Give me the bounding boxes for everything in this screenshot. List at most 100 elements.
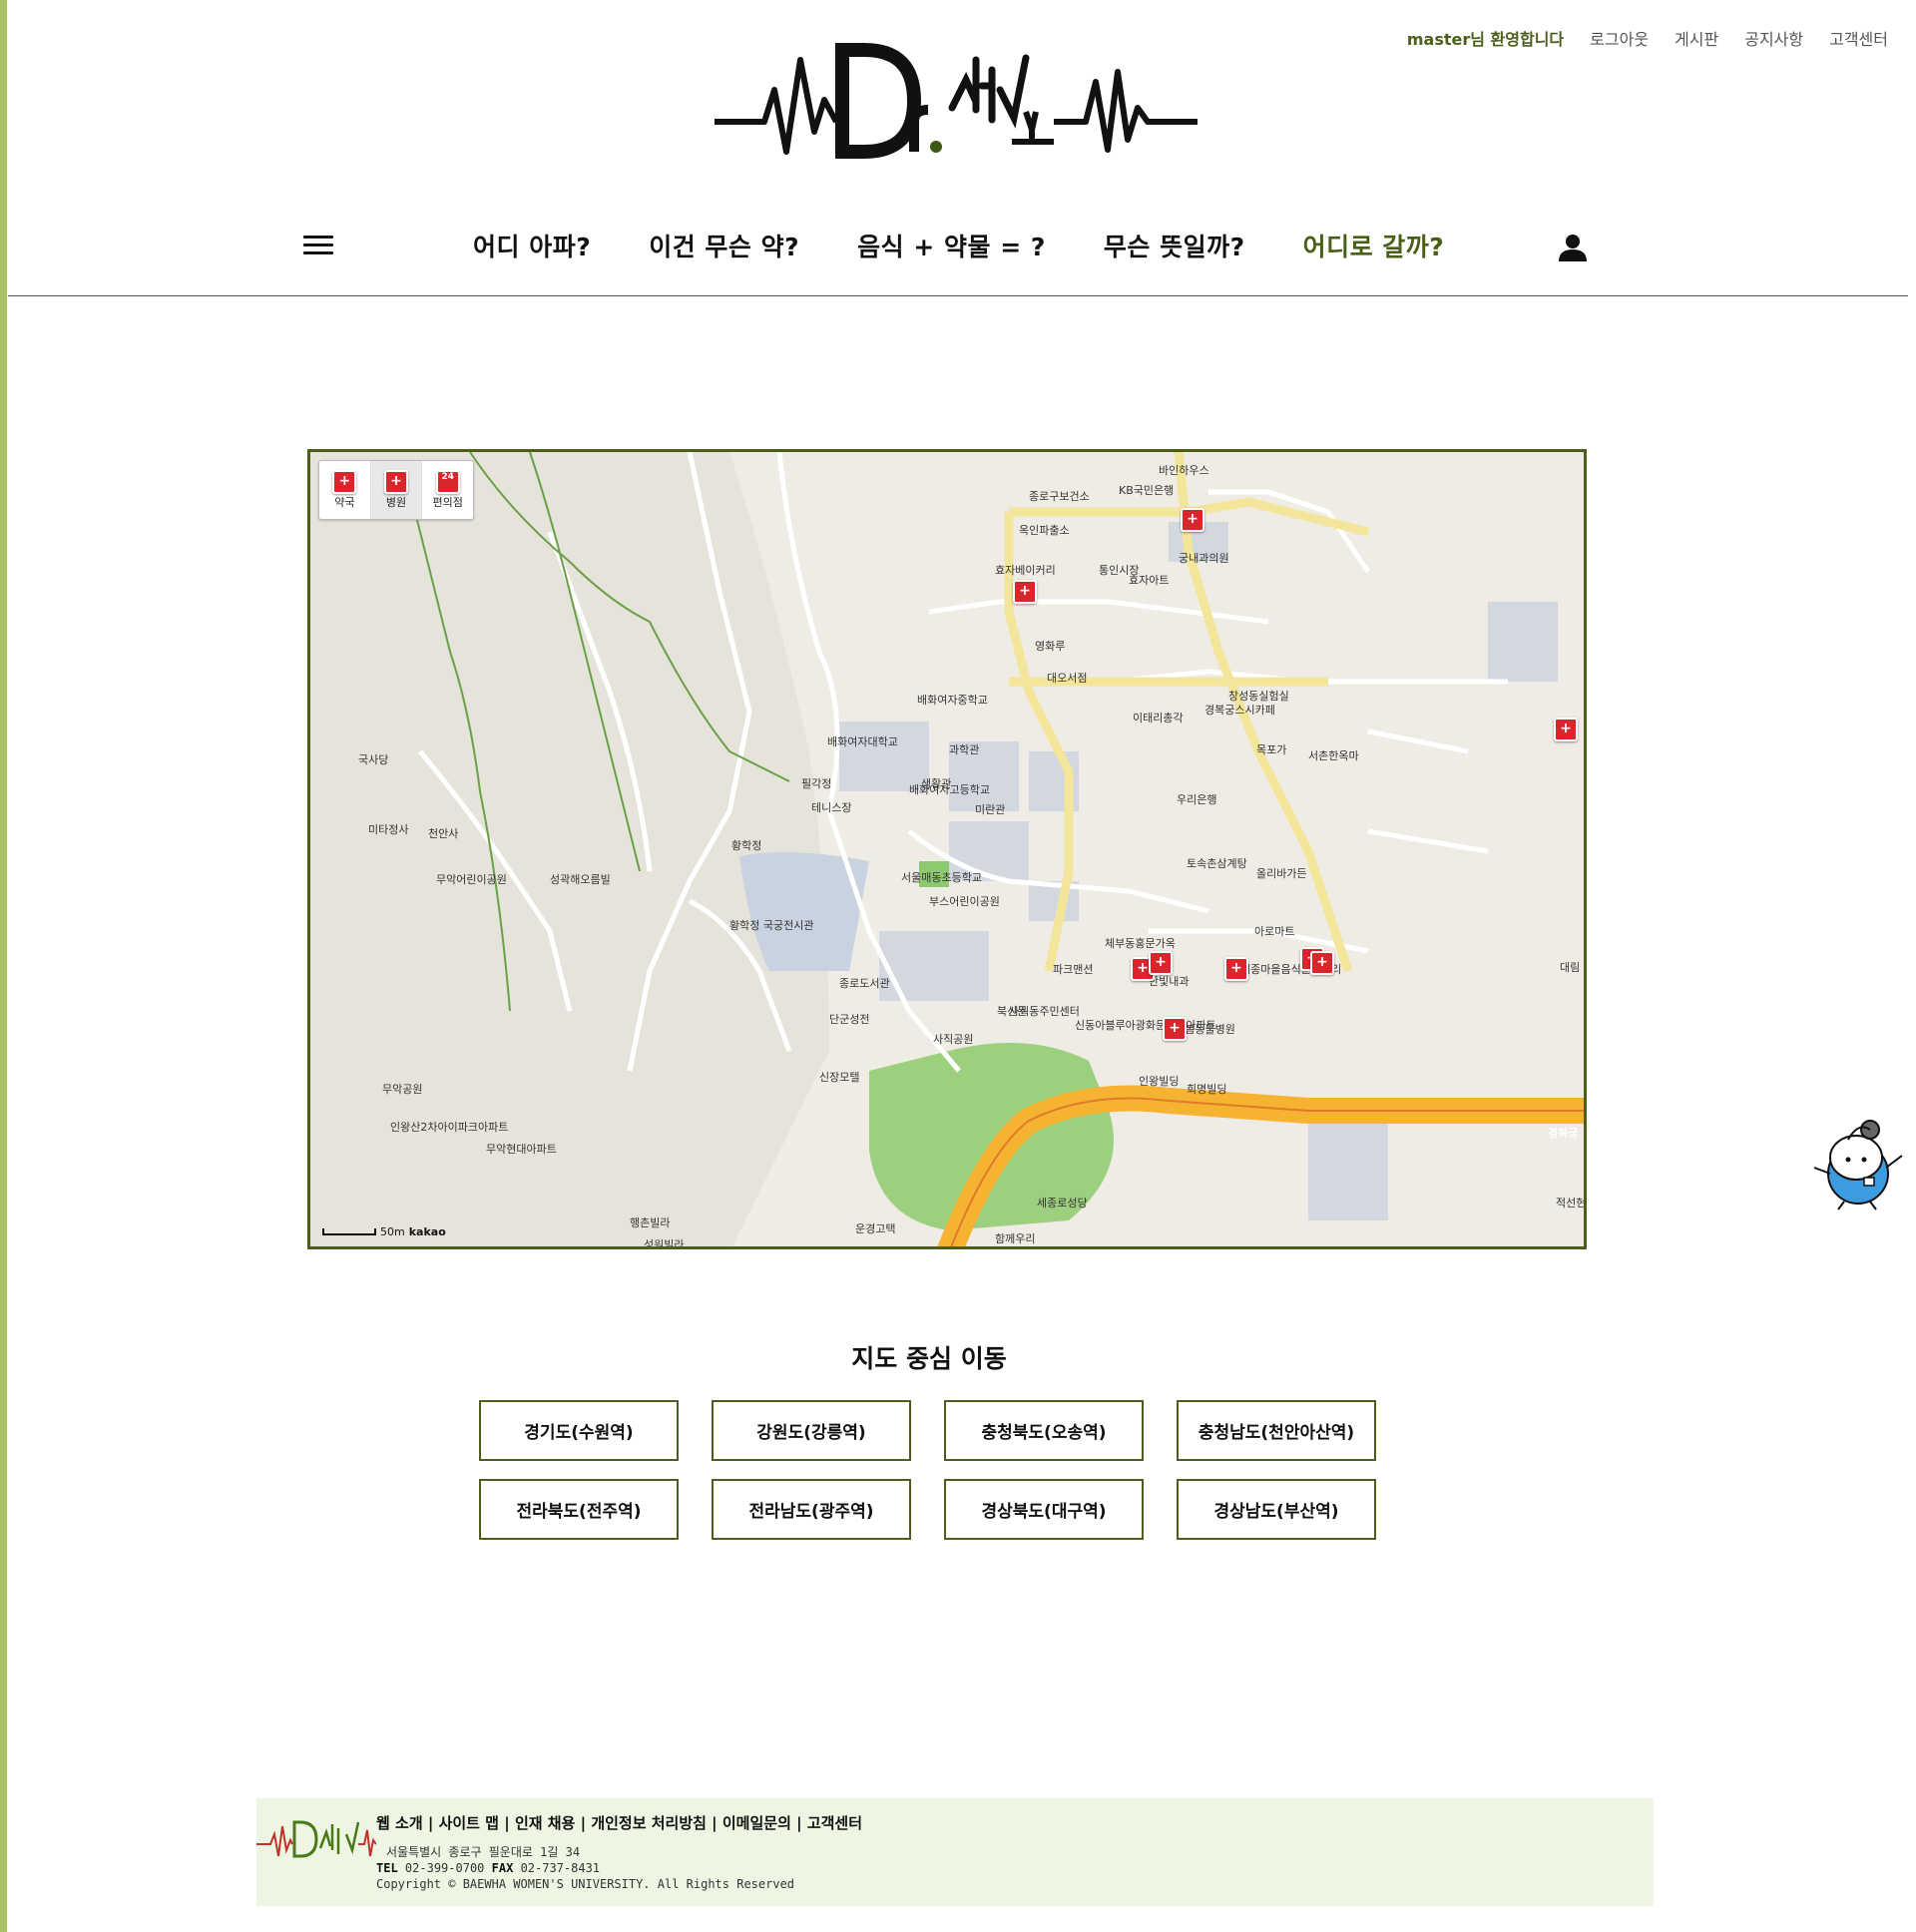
convenience-store-filter-button[interactable]: 24 편의점 xyxy=(422,461,473,519)
map-label[interactable]: 종로구보건소 xyxy=(1029,488,1090,504)
map-label[interactable]: 창성동실험실 xyxy=(1228,688,1289,704)
region-chungnam-button[interactable]: 충청남도(천안아산역) xyxy=(1177,1400,1376,1461)
map-label[interactable]: 함께우리 xyxy=(995,1230,1035,1246)
footer-link-privacy[interactable]: 개인정보 처리방침 xyxy=(591,1814,707,1832)
map-label[interactable]: 배화여자대학교 xyxy=(827,733,898,749)
map-label[interactable]: 성곽해오름빌 xyxy=(550,871,611,887)
map-label[interactable]: 토속촌삼계탕 xyxy=(1187,855,1247,871)
region-gangwon-button[interactable]: 강원도(강릉역) xyxy=(712,1400,911,1461)
map-label[interactable]: 대오서점 xyxy=(1047,670,1087,686)
map-label[interactable]: 이태리총각 xyxy=(1133,710,1184,725)
map-label[interactable]: 파크맨션 xyxy=(1053,961,1093,977)
map-label[interactable]: 효자아트 xyxy=(1129,572,1169,588)
kakao-logo: kakao xyxy=(408,1225,446,1238)
map-label[interactable]: 대림 xyxy=(1560,959,1580,975)
map-label[interactable]: 미타정사 xyxy=(368,821,408,837)
map-label[interactable]: 목포가 xyxy=(1256,741,1286,757)
hospital-pin[interactable]: + xyxy=(1310,951,1334,975)
footer-link-about[interactable]: 웹 소개 xyxy=(376,1814,423,1832)
map-label[interactable]: KB국민은행 xyxy=(1119,482,1174,498)
nav-item-symptoms[interactable]: 어디 아파? xyxy=(473,228,591,263)
footer-logo[interactable] xyxy=(256,1812,376,1870)
map-label[interactable]: 아로마트 xyxy=(1254,923,1294,939)
map-label[interactable]: 희명빌딩 xyxy=(1187,1081,1226,1097)
map-label[interactable]: 궁내과의원 xyxy=(1179,550,1229,566)
map-label[interactable]: 한빛내과 xyxy=(1149,973,1189,989)
hamburger-menu-icon[interactable] xyxy=(303,236,333,259)
footer-link-sitemap[interactable]: 사이트 맵 xyxy=(439,1814,499,1832)
map-label[interactable]: 인왕빌딩 xyxy=(1139,1073,1179,1089)
notice-link[interactable]: 공지사항 xyxy=(1744,26,1803,50)
region-gyeonggi-button[interactable]: 경기도(수원역) xyxy=(479,1400,679,1461)
map-label[interactable]: 운경고택 xyxy=(855,1220,895,1236)
region-section-title: 지도 중심 이동 xyxy=(851,1344,1007,1373)
region-chungbuk-button[interactable]: 충청북도(오송역) xyxy=(944,1400,1144,1461)
tel-label: TEL xyxy=(376,1861,398,1875)
user-icon[interactable] xyxy=(1557,234,1589,261)
map-label[interactable]: 효자베이커리 xyxy=(995,562,1056,578)
nav-item-meaning[interactable]: 무슨 뜻일까? xyxy=(1104,228,1245,263)
region-gyeongbuk-button[interactable]: 경상북도(대구역) xyxy=(944,1479,1144,1540)
map-label[interactable]: 인왕산2차아이파크아파트 xyxy=(390,1119,508,1135)
hospital-pin[interactable]: + xyxy=(1013,580,1037,604)
map-label[interactable]: 사직동주민센터 xyxy=(1009,1003,1080,1019)
map-label[interactable]: 부스어린이공원 xyxy=(929,893,1000,909)
nav-item-medicine[interactable]: 이건 무슨 약? xyxy=(649,228,799,263)
map-label[interactable]: 테니스장 xyxy=(811,799,851,815)
nav-item-food-drug[interactable]: 음식 + 약물 = ? xyxy=(857,228,1046,263)
map-label[interactable]: 무악공원 xyxy=(382,1081,422,1097)
map-label[interactable]: 종로도서관 xyxy=(839,975,890,991)
map-label[interactable]: 단군성전 xyxy=(829,1011,869,1027)
map-label[interactable]: 신장모텔 xyxy=(819,1069,859,1085)
region-jeonnam-button[interactable]: 전라남도(광주역) xyxy=(712,1479,911,1540)
map-label[interactable]: 적선현 xyxy=(1556,1195,1584,1210)
map-label[interactable]: 바인하우스 xyxy=(1159,462,1209,478)
nav-item-where-to-go[interactable]: 어디로 갈까? xyxy=(1303,228,1445,263)
pharmacy-filter-button[interactable]: + 약국 xyxy=(319,461,371,519)
map-label[interactable]: 필각정 xyxy=(801,775,831,791)
map-label[interactable]: 생활관 xyxy=(921,775,951,791)
map-label[interactable]: 신동아블루아광화문의꿈아파트 xyxy=(1075,1017,1216,1033)
map-label[interactable]: 미란관 xyxy=(975,801,1005,817)
convenience-store-filter-label: 편의점 xyxy=(432,496,463,509)
logout-link[interactable]: 로그아웃 xyxy=(1590,26,1649,50)
hospital-pin[interactable]: + xyxy=(1181,508,1204,532)
region-gyeongnam-button[interactable]: 경상남도(부산역) xyxy=(1177,1479,1376,1540)
map-label[interactable]: 경복궁스시카페 xyxy=(1204,702,1275,718)
hospital-pin[interactable]: + xyxy=(1224,957,1248,981)
map-view[interactable]: 국사당 미타정사 천안사 무악어린이공원 성곽해오름빌 황학정 황학정 국궁전시… xyxy=(307,449,1587,1249)
map-label[interactable]: 배화여자중학교 xyxy=(917,692,988,708)
board-link[interactable]: 게시판 xyxy=(1675,26,1718,50)
map-label[interactable]: 세종로성당 xyxy=(1037,1195,1088,1210)
footer-link-email[interactable]: 이메일문의 xyxy=(722,1814,791,1832)
map-label[interactable]: 올리바가든 xyxy=(1256,865,1307,881)
map-label[interactable]: 사직공원 xyxy=(933,1031,973,1047)
footer-link-careers[interactable]: 인재 채용 xyxy=(515,1814,575,1832)
map-label[interactable]: 행촌빌라 xyxy=(630,1214,670,1230)
map-label[interactable]: 우리은행 xyxy=(1177,791,1216,807)
map-label[interactable]: 황학정 국궁전시관 xyxy=(729,917,813,933)
map-label[interactable]: 무악어린이공원 xyxy=(436,871,507,887)
support-link[interactable]: 고객센터 xyxy=(1829,26,1888,50)
map-label[interactable]: 황학정 xyxy=(731,837,761,853)
site-logo[interactable] xyxy=(715,30,1198,160)
map-label[interactable]: 국사당 xyxy=(358,751,388,767)
map-label[interactable]: 과학관 xyxy=(949,741,979,757)
footer-link-support[interactable]: 고객센터 xyxy=(807,1814,862,1832)
map-label[interactable]: 성원빌라 xyxy=(644,1236,684,1246)
map-label[interactable]: 천안사 xyxy=(428,825,458,841)
region-jeonbuk-button[interactable]: 전라북도(전주역) xyxy=(479,1479,679,1540)
mascot-doctor-icon[interactable] xyxy=(1808,1112,1908,1211)
welcome-text: master님 환영합니다 xyxy=(1406,30,1565,49)
map-label[interactable]: 옥인파출소 xyxy=(1019,522,1070,538)
map-label[interactable]: 체부동홍문가옥 xyxy=(1105,935,1176,951)
nav-divider xyxy=(8,295,1908,296)
map-label[interactable]: 서촌한옥마 xyxy=(1308,747,1359,763)
hospital-pin[interactable]: + xyxy=(1149,951,1173,975)
hospital-filter-button[interactable]: + 병원 xyxy=(370,461,423,519)
map-label[interactable]: 무악현대아파트 xyxy=(486,1141,557,1157)
hospital-pin[interactable]: + xyxy=(1163,1017,1187,1041)
hospital-pin[interactable]: + xyxy=(1554,718,1578,741)
map-label[interactable]: 서울매동초등학교 xyxy=(901,869,982,885)
map-label[interactable]: 영화루 xyxy=(1035,638,1065,654)
